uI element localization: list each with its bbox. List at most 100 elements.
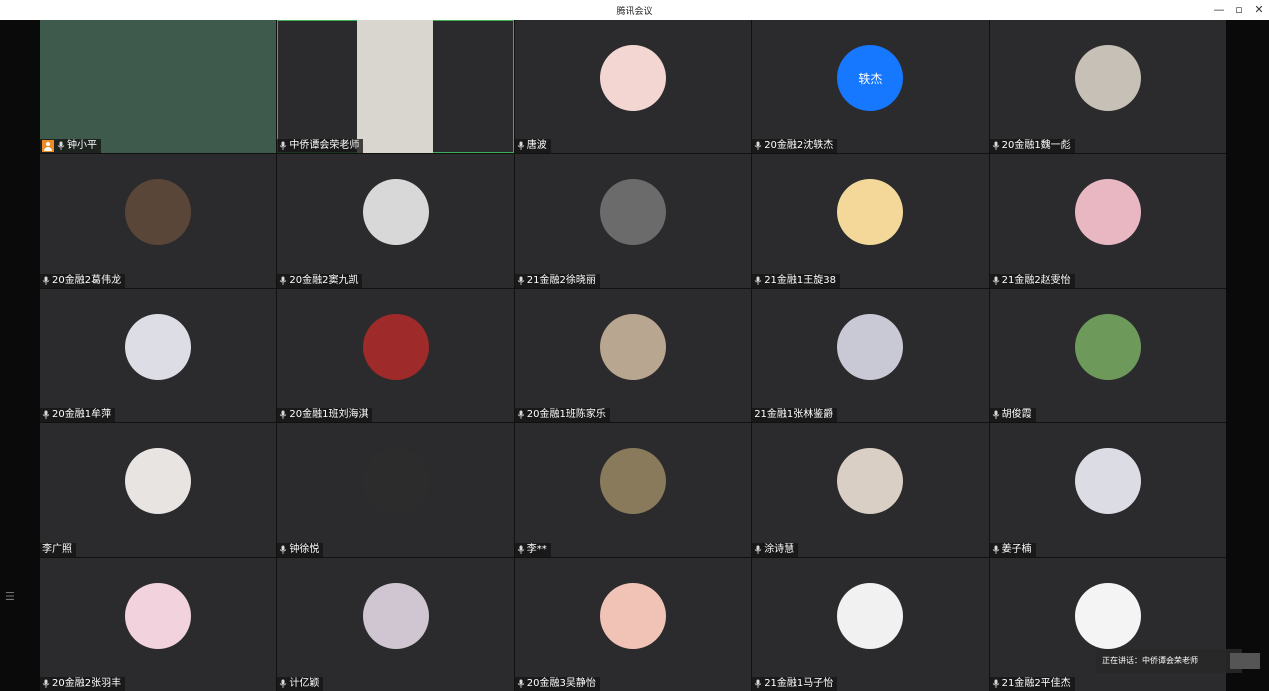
restore-icon[interactable]: ▫ xyxy=(1229,2,1249,18)
avatar xyxy=(599,582,666,649)
right-sidebar xyxy=(1226,20,1269,691)
mic-icon xyxy=(992,276,999,285)
participant-name-plate: 21金融2赵雯怡 xyxy=(989,273,1075,288)
mic-icon xyxy=(42,276,50,285)
mic-icon xyxy=(992,410,999,420)
avatar xyxy=(125,448,192,515)
avatar xyxy=(599,313,666,380)
minimize-icon[interactable]: — xyxy=(1209,2,1229,18)
mic-icon xyxy=(992,679,999,688)
participant-tile[interactable]: 20金融1班陈家乐 xyxy=(514,288,752,423)
participant-name: 20金融2葛伟龙 xyxy=(52,274,122,286)
avatar: 轶杰 xyxy=(837,45,904,111)
participant-name: 钟小平 xyxy=(67,140,97,152)
participant-tile[interactable]: 轶杰 20金融2沈轶杰 xyxy=(752,20,989,154)
participant-name: 涂诗慧 xyxy=(764,543,795,555)
mic-icon xyxy=(280,545,287,554)
participant-tile[interactable]: 21金融2赵雯怡 xyxy=(989,154,1226,288)
participant-tile[interactable]: 21金融1王旋38 xyxy=(752,154,989,288)
participant-name: 20金融1班陈家乐 xyxy=(526,409,606,421)
window-title: 腾讯会议 xyxy=(616,7,653,17)
mic-icon xyxy=(42,410,50,420)
participant-tile[interactable]: 20金融1魏一彪 xyxy=(989,20,1226,154)
mic-icon xyxy=(280,410,287,420)
participant-name: 21金融2赵雯怡 xyxy=(1001,274,1071,286)
participant-tile[interactable]: 钟小平 xyxy=(40,20,277,154)
avatar xyxy=(125,179,192,246)
participant-name-plate: 20金融1牟萍 xyxy=(40,408,116,423)
participant-name-plate: 李** xyxy=(514,542,551,557)
speaking-indicator: 正在讲话：中侨谭会荣老师 xyxy=(1096,649,1242,673)
mic-icon xyxy=(280,276,287,285)
participant-name: 20金融2张羽丰 xyxy=(52,677,122,689)
participant-name-plate: 21金融2徐晓丽 xyxy=(514,273,600,288)
avatar xyxy=(599,448,666,515)
participant-tile[interactable]: 钟徐悦 xyxy=(277,423,514,557)
participant-name-plate: 20金融3吴静怡 xyxy=(514,676,600,691)
participant-tile[interactable]: 20金融1牟萍 xyxy=(40,288,277,423)
participant-tile[interactable]: 胡俊霞 xyxy=(989,288,1226,423)
participant-tile[interactable]: 计亿颖 xyxy=(277,557,514,691)
mic-icon xyxy=(280,141,287,151)
mic-icon xyxy=(992,545,999,554)
participant-name: 21金融1马子怡 xyxy=(764,677,834,689)
mic-icon xyxy=(517,679,525,688)
avatar xyxy=(362,313,429,380)
participant-tile[interactable]: 20金融1班刘海淇 xyxy=(277,288,514,423)
participant-name: 胡俊霞 xyxy=(1001,409,1032,421)
close-icon[interactable]: ✕ xyxy=(1249,2,1269,18)
mic-icon xyxy=(754,679,762,688)
avatar xyxy=(599,45,666,111)
participant-name: 李广照 xyxy=(42,543,72,555)
participant-name-plate: 20金融2沈轶杰 xyxy=(752,139,838,154)
speaking-label: 正在讲话：中侨谭会荣老师 xyxy=(1102,656,1198,665)
participant-name: 21金融1张林鉴爵 xyxy=(754,409,834,421)
participant-name: 姜子楠 xyxy=(1001,543,1032,555)
avatar-text: 轶杰 xyxy=(858,71,883,86)
participant-tile[interactable]: 20金融2窦九凯 xyxy=(277,154,514,288)
participant-tile[interactable]: 20金融2葛伟龙 xyxy=(40,154,277,288)
participant-name: 20金融1魏一彪 xyxy=(1001,140,1071,152)
participant-name: 中侨谭会荣老师 xyxy=(289,140,360,152)
participant-tile[interactable]: 李** xyxy=(514,423,752,557)
mic-icon xyxy=(57,141,65,151)
participant-name-plate: 21金融2平佳杰 xyxy=(989,676,1075,691)
avatar xyxy=(362,179,429,246)
participant-tile[interactable]: 李广照 xyxy=(40,423,277,557)
participant-tile[interactable]: 姜子楠 xyxy=(989,423,1226,557)
participant-name-plate: 21金融1王旋38 xyxy=(752,273,840,288)
mic-icon xyxy=(754,141,762,151)
list-menu-icon[interactable]: ☰ xyxy=(5,591,15,602)
participant-name-plate: 20金融1班刘海淇 xyxy=(277,408,373,423)
host-icon xyxy=(42,140,54,153)
participant-name-plate: 20金融2张羽丰 xyxy=(40,676,126,691)
avatar xyxy=(1074,448,1141,515)
participant-grid: 钟小平 中侨谭会荣老师 唐波 轶杰 20金融2沈轶杰 20金融1魏一彪 20金融2… xyxy=(40,20,1226,691)
participant-name-plate: 钟小平 xyxy=(40,139,101,154)
avatar xyxy=(1074,179,1141,246)
participant-name: 21金融1王旋38 xyxy=(764,274,836,286)
participant-name-plate: 李广照 xyxy=(40,542,76,557)
avatar xyxy=(837,448,904,515)
participant-tile[interactable]: 涂诗慧 xyxy=(752,423,989,557)
participant-tile[interactable]: 20金融3吴静怡 xyxy=(514,557,752,691)
participant-name-plate: 20金融2葛伟龙 xyxy=(40,273,126,288)
participant-name-plate: 胡俊霞 xyxy=(989,408,1036,423)
participant-tile[interactable]: 21金融1张林鉴爵 xyxy=(752,288,989,423)
participant-tile[interactable]: 20金融2张羽丰 xyxy=(40,557,277,691)
participant-tile[interactable]: 21金融2徐晓丽 xyxy=(514,154,752,288)
participant-tile[interactable]: 唐波 xyxy=(514,20,752,154)
participant-tile[interactable]: 21金融1马子怡 xyxy=(752,557,989,691)
participant-tile[interactable]: 中侨谭会荣老师 xyxy=(277,20,514,154)
mic-icon xyxy=(754,276,762,285)
mic-icon xyxy=(517,410,525,420)
mic-icon xyxy=(517,276,525,285)
participant-name: 钟徐悦 xyxy=(289,543,320,555)
participant-name-plate: 涂诗慧 xyxy=(752,542,799,557)
audio-wave-icon xyxy=(1230,653,1260,669)
avatar xyxy=(1074,313,1141,380)
participant-name-plate: 唐波 xyxy=(514,139,551,154)
avatar xyxy=(837,179,904,246)
avatar xyxy=(125,313,192,380)
participant-name: 唐波 xyxy=(526,140,547,152)
